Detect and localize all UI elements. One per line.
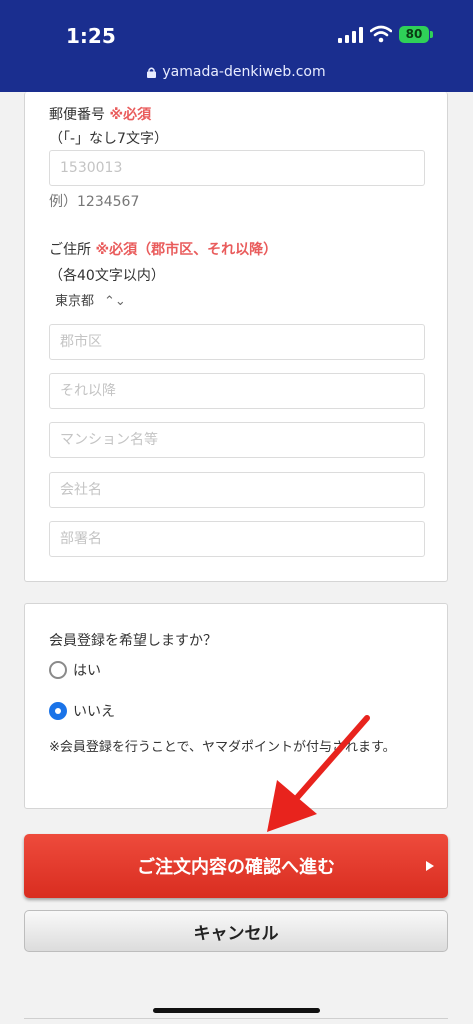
annotation-arrow-icon xyxy=(267,715,370,832)
membership-question: 会員登録を希望しますか？ xyxy=(49,633,217,649)
building-input[interactable] xyxy=(49,422,425,458)
cancel-button[interactable]: キャンセル xyxy=(24,910,448,952)
department-input[interactable] xyxy=(49,521,425,557)
company-input[interactable] xyxy=(49,472,425,508)
proceed-to-confirm-label: ご注文内容の確認へ進む xyxy=(137,857,335,878)
divider xyxy=(24,1018,448,1019)
city-input[interactable] xyxy=(49,324,425,360)
radio-option-yes[interactable]: はい xyxy=(49,660,101,680)
lock-icon xyxy=(147,67,157,78)
address-bar[interactable]: yamada-denkiweb.com xyxy=(0,64,473,80)
street-input[interactable] xyxy=(49,373,425,409)
postal-code-example: 例）1234567 xyxy=(49,194,140,210)
radio-button-unselected[interactable] xyxy=(49,661,67,679)
required-badge: ※必須（郡市区、それ以降） xyxy=(95,242,278,258)
radio-option-no[interactable]: いいえ xyxy=(49,701,115,721)
battery-icon: 80 xyxy=(399,26,429,43)
address-note: （各40文字以内） xyxy=(49,268,165,284)
address-label: ご住所 ※必須（郡市区、それ以降） xyxy=(49,239,277,259)
url-text: yamada-denkiweb.com xyxy=(162,64,326,80)
wifi-icon xyxy=(370,25,392,43)
postal-code-input[interactable] xyxy=(49,150,425,186)
required-badge: ※必須 xyxy=(109,107,152,123)
battery-tip xyxy=(430,31,433,38)
radio-label-yes: はい xyxy=(73,663,101,679)
radio-label-no: いいえ xyxy=(73,704,115,720)
clock: 1:25 xyxy=(66,24,116,48)
home-indicator[interactable] xyxy=(153,1008,320,1013)
proceed-to-confirm-button[interactable]: ご注文内容の確認へ進む xyxy=(24,834,448,898)
address-form-card: 郵便番号 ※必須 （「-」なし7文字） 例）1234567 ご住所 ※必須（郡市… xyxy=(24,92,448,582)
postal-code-note: （「-」なし7文字） xyxy=(49,131,168,147)
postal-code-label: 郵便番号 ※必須 xyxy=(49,104,151,124)
play-triangle-icon xyxy=(426,861,434,871)
postal-code-label-text: 郵便番号 xyxy=(49,107,105,123)
radio-button-selected[interactable] xyxy=(49,702,67,720)
address-label-text: ご住所 xyxy=(49,242,91,258)
prefecture-value: 東京都 xyxy=(55,294,95,309)
cellular-signal-icon xyxy=(338,27,363,43)
status-bar: 1:25 80 yamada-denkiweb.com xyxy=(0,0,473,92)
prefecture-select[interactable]: 東京都 ⌃⌄ xyxy=(55,290,126,309)
chevron-updown-icon: ⌃⌄ xyxy=(104,294,126,309)
